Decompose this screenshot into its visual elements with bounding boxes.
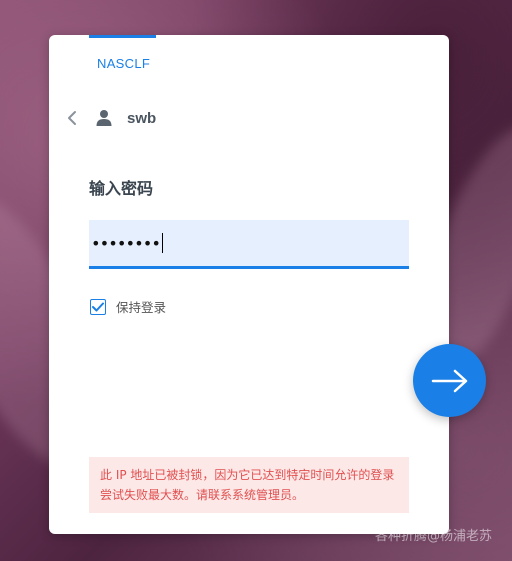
keep-login-label: 保持登录 xyxy=(116,300,167,315)
brand-title: NASCLF xyxy=(97,56,151,71)
person-icon xyxy=(95,109,113,127)
chevron-left-icon[interactable] xyxy=(67,107,81,129)
checkmark-icon xyxy=(92,302,104,311)
error-message: 此 IP 地址已被封锁，因为它已达到特定时间允许的登录尝试失败最大数。请联系系统… xyxy=(89,457,409,513)
password-value: •••••••• xyxy=(91,233,161,253)
keep-login-checkbox[interactable] xyxy=(90,298,106,315)
watermark-text: 各种折腾@杨浦老苏 xyxy=(374,529,492,544)
password-field[interactable]: •••••••• xyxy=(89,220,409,269)
text-caret xyxy=(162,233,164,253)
next-button[interactable] xyxy=(413,344,486,417)
password-title: 输入密码 xyxy=(89,179,154,198)
login-card: NASCLF swb 输入密码 •••••••• 保持登录 此 IP 地址已被封… xyxy=(49,35,449,534)
active-tab-indicator xyxy=(89,35,156,38)
user-row: swb xyxy=(67,107,156,129)
keep-login-row[interactable]: 保持登录 xyxy=(90,297,166,316)
username-label: swb xyxy=(127,109,157,127)
arrow-right-icon xyxy=(431,369,467,392)
